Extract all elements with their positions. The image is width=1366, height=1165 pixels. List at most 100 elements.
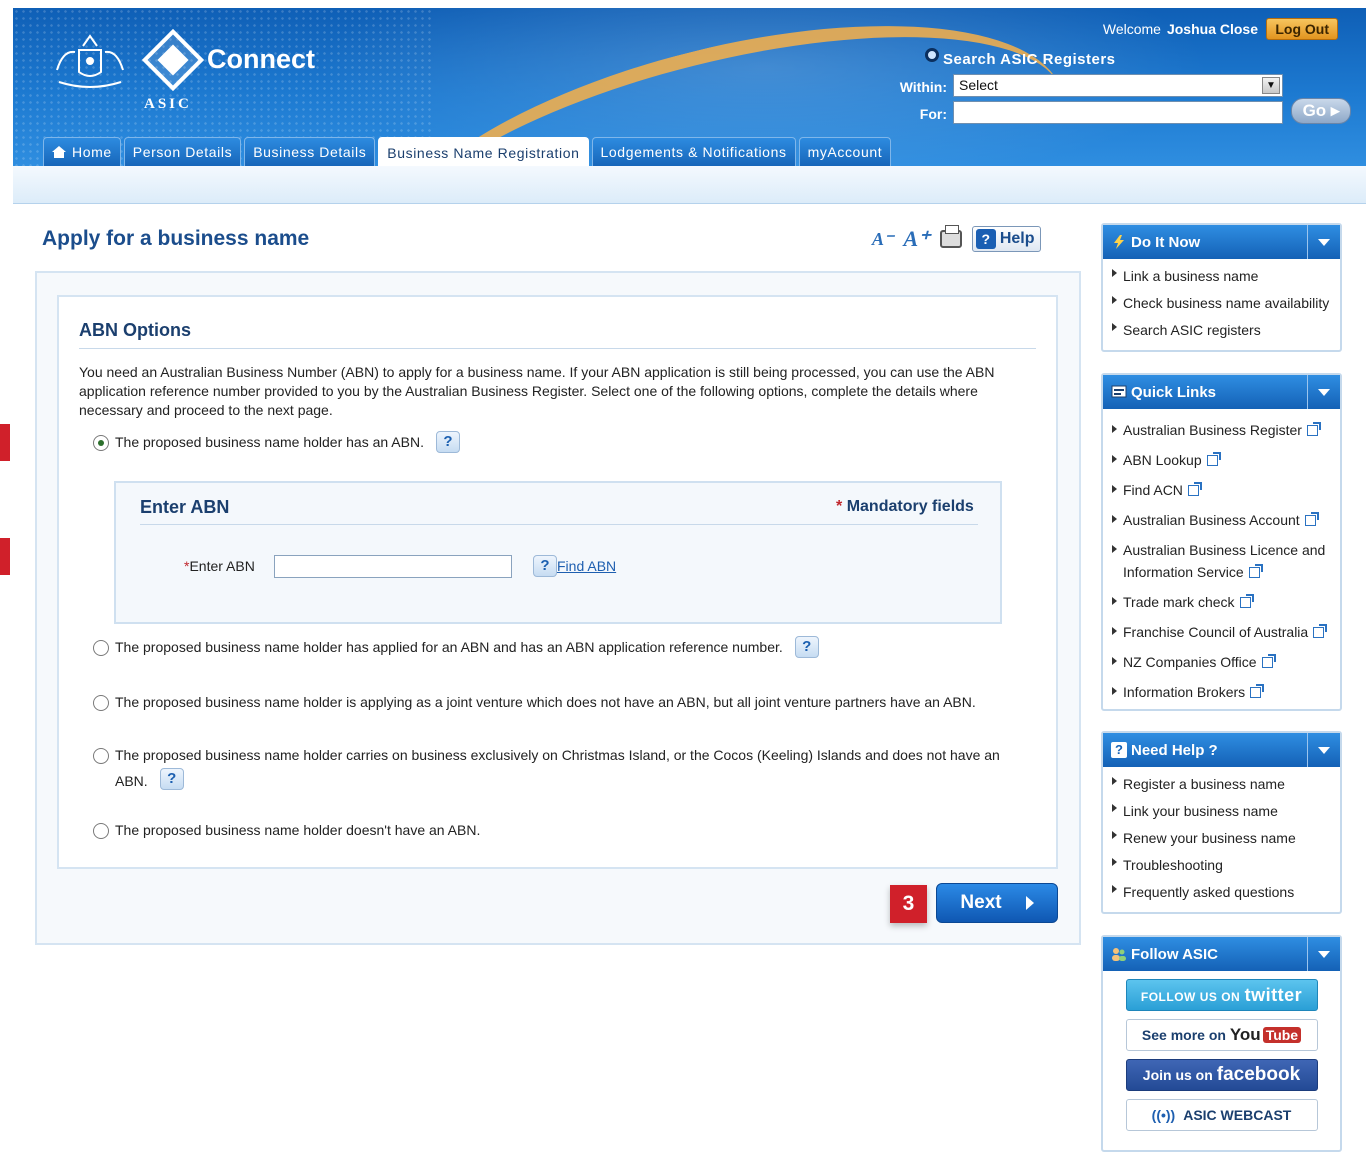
sidebar-link-faq[interactable]: Frequently asked questions xyxy=(1111,879,1334,906)
search-title-text: Search ASIC Registers xyxy=(943,51,1116,68)
sidebar-link-information-brokers[interactable]: Information Brokers xyxy=(1111,681,1334,703)
chevron-down-icon[interactable] xyxy=(1307,375,1340,409)
tab-person-details[interactable]: Person Details xyxy=(123,137,242,166)
quick-links-header[interactable]: Quick Links xyxy=(1103,375,1340,409)
sidebar-link-trade-mark[interactable]: Trade mark check xyxy=(1111,591,1334,613)
facebook-button[interactable]: Join us on facebook xyxy=(1125,1059,1318,1091)
option-no-abn[interactable]: The proposed business name holder doesn'… xyxy=(93,822,480,839)
main-tabs: Home Person Details Business Details Bus… xyxy=(43,137,892,166)
option-applied-for-abn[interactable]: The proposed business name holder has ap… xyxy=(93,636,819,661)
youtube-button[interactable]: See more on You Tube xyxy=(1125,1019,1318,1051)
home-icon xyxy=(52,146,66,158)
sidebar-link-franchise-council[interactable]: Franchise Council of Australia xyxy=(1111,621,1334,643)
external-link-icon xyxy=(1313,624,1328,638)
next-button[interactable]: Next xyxy=(936,883,1058,923)
mandatory-label: Mandatory fields xyxy=(846,498,974,515)
quick-links-box: Quick Links Australian Business Register… xyxy=(1101,373,1342,711)
chevron-down-icon[interactable]: ▼ xyxy=(1262,77,1280,94)
radio-christmas-island[interactable] xyxy=(93,748,109,764)
tab-business-details[interactable]: Business Details xyxy=(244,137,376,166)
tab-lodgements-notifications[interactable]: Lodgements & Notifications xyxy=(591,137,796,166)
page-title: Apply for a business name xyxy=(42,227,310,250)
need-help-box: ? Need Help ? Register a business name L… xyxy=(1101,731,1342,914)
sidebar-link-abn-lookup[interactable]: ABN Lookup xyxy=(1111,449,1334,471)
sidebar-link-search-registers[interactable]: Search ASIC registers xyxy=(1111,317,1334,344)
sidebar-link-link-business-name[interactable]: Link a business name xyxy=(1111,263,1334,290)
external-link-icon xyxy=(1306,422,1321,436)
sidebar-link-renew[interactable]: Renew your business name xyxy=(1111,825,1334,852)
external-link-icon xyxy=(1261,654,1276,668)
sidebar-link-nz-companies[interactable]: NZ Companies Office xyxy=(1111,651,1334,673)
help-question-icon[interactable]: ? xyxy=(159,768,184,790)
sidebar-link-find-acn[interactable]: Find ACN xyxy=(1111,479,1334,501)
link-label: Information Brokers xyxy=(1123,684,1246,700)
facebook-brand: facebook xyxy=(1216,1064,1301,1085)
abn-field-label: *Enter ABN xyxy=(184,558,255,574)
twitter-button[interactable]: FOLLOW US ON twitter xyxy=(1125,979,1318,1011)
sidebar-link-business-licence[interactable]: Australian Business Licence and Informat… xyxy=(1111,539,1334,583)
sidebar-link-register[interactable]: Register a business name xyxy=(1111,771,1334,798)
go-button[interactable]: Go ▸ xyxy=(1291,98,1351,124)
sidebar-link-check-availability[interactable]: Check business name availability xyxy=(1111,290,1334,317)
lightning-icon xyxy=(1114,235,1124,249)
sidebar-link-troubleshooting[interactable]: Troubleshooting xyxy=(1111,852,1334,879)
need-help-header[interactable]: ? Need Help ? xyxy=(1103,733,1340,767)
help-question-icon[interactable]: ? xyxy=(435,431,460,453)
option-christmas-island[interactable]: The proposed business name holder carrie… xyxy=(93,742,1028,794)
external-link-icon xyxy=(1304,512,1319,526)
help-icon: ? xyxy=(975,229,996,249)
option-has-abn[interactable]: The proposed business name holder has an… xyxy=(93,431,460,456)
sidebar-link-business-account[interactable]: Australian Business Account xyxy=(1111,509,1334,531)
search-input[interactable] xyxy=(953,101,1283,124)
decrease-text-icon[interactable]: A⁻ xyxy=(872,229,894,250)
sidebar-link-link-business[interactable]: Link your business name xyxy=(1111,798,1334,825)
arrow-right-icon xyxy=(1025,896,1034,910)
within-select[interactable]: Select ▼ xyxy=(953,74,1283,97)
option-joint-venture[interactable]: The proposed business name holder is app… xyxy=(93,694,976,711)
tab-label: Home xyxy=(72,144,112,160)
webcast-button[interactable]: ((•)) ASIC WEBCAST xyxy=(1125,1099,1318,1131)
link-label: NZ Companies Office xyxy=(1123,654,1257,670)
for-label: For: xyxy=(919,106,947,122)
people-icon xyxy=(1112,948,1126,961)
help-question-icon[interactable]: ? xyxy=(794,636,819,658)
increase-text-icon[interactable]: A⁺ xyxy=(904,226,930,252)
follow-asic-header[interactable]: Follow ASIC xyxy=(1103,937,1340,971)
radio-joint-venture[interactable] xyxy=(93,695,109,711)
twitter-prefix: FOLLOW US ON xyxy=(1140,990,1241,1004)
chevron-down-icon[interactable] xyxy=(1307,733,1340,767)
help-button[interactable]: ? Help xyxy=(971,226,1042,252)
link-label: Australian Business Licence and Informat… xyxy=(1123,542,1326,580)
mandatory-star: * xyxy=(836,498,843,515)
do-it-now-header[interactable]: Do It Now xyxy=(1103,225,1340,259)
chevron-down-icon[interactable] xyxy=(1307,937,1340,971)
radio-applied-for-abn[interactable] xyxy=(93,640,109,656)
youtube-tube: Tube xyxy=(1262,1027,1302,1043)
sidebar-link-abr[interactable]: Australian Business Register xyxy=(1111,419,1334,441)
enter-abn-title: Enter ABN xyxy=(140,497,230,517)
facebook-prefix: Join us on xyxy=(1142,1067,1213,1083)
mandatory-note: * Mandatory fields xyxy=(836,498,974,516)
within-select-value: Select xyxy=(959,77,998,93)
youtube-you: You xyxy=(1229,1025,1261,1044)
twitter-brand: twitter xyxy=(1244,985,1303,1005)
find-abn-link[interactable]: Find ABN xyxy=(557,558,616,574)
follow-asic-box: Follow ASIC FOLLOW US ON twitter See mor… xyxy=(1101,935,1342,1152)
option-label: The proposed business name holder has ap… xyxy=(115,639,783,655)
tab-business-name-registration[interactable]: Business Name Registration xyxy=(378,137,589,166)
abn-input[interactable] xyxy=(274,555,512,578)
tab-my-account[interactable]: myAccount xyxy=(798,137,892,166)
help-question-icon[interactable]: ? xyxy=(533,555,557,577)
logout-button[interactable]: Log Out xyxy=(1266,18,1338,40)
link-label: Find ACN xyxy=(1123,482,1183,498)
chevron-down-icon[interactable] xyxy=(1307,225,1340,259)
print-icon[interactable] xyxy=(939,225,962,248)
radio-no-abn[interactable] xyxy=(93,823,109,839)
tab-home[interactable]: Home xyxy=(43,137,121,166)
option-label: The proposed business name holder has an… xyxy=(115,434,424,450)
go-label: Go xyxy=(1302,101,1327,120)
link-label: Australian Business Register xyxy=(1123,422,1302,438)
abn-field-label-text: Enter ABN xyxy=(189,558,255,574)
external-link-icon xyxy=(1239,594,1254,608)
radio-has-abn[interactable] xyxy=(93,435,109,451)
